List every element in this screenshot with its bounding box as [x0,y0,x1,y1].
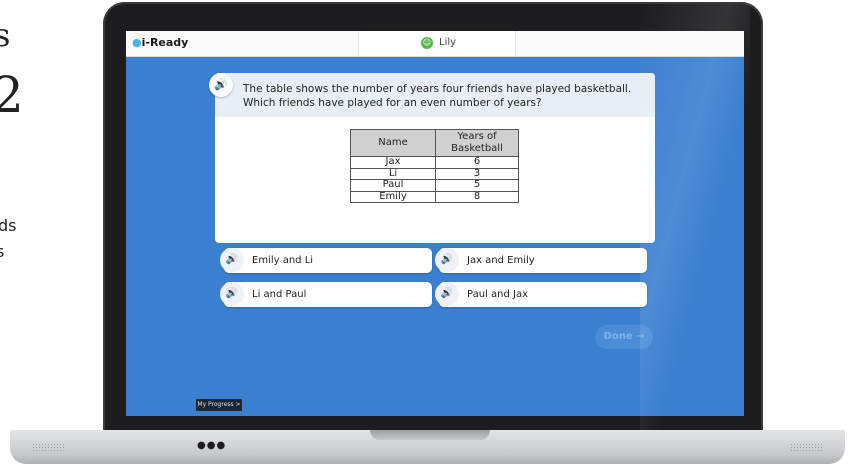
smiley-icon: ☺ [421,37,433,49]
table-row: Li 3 [350,167,519,180]
background-text-fragment: ds [0,216,17,235]
table-cell: 8 [435,190,519,203]
user-name: Lily [439,37,457,48]
table-cell: Li [350,167,436,180]
table-cell: Paul [350,179,436,192]
user-tab[interactable]: ☺ Lily [358,31,516,56]
answer-label: Li and Paul [252,289,307,300]
answer-option-3[interactable]: 🔊 Li and Paul [220,282,432,307]
answer-label: Emily and Li [252,255,314,266]
my-progress-button[interactable]: My Progress > [196,399,242,411]
speaker-icon[interactable]: 🔊 [209,73,233,97]
answer-option-1[interactable]: 🔊 Emily and Li [220,248,432,273]
table-row: Paul 5 [350,179,519,192]
background-text-fragment: s [0,242,5,261]
table-cell: 3 [435,167,519,180]
question-card: 🔊 The table shows the number of years fo… [209,73,655,243]
table-row: Emily 8 [350,190,519,203]
speaker-grille-right [790,443,824,451]
data-table: Name Years of Basketball Jax 6 Li 3 Paul… [350,129,519,203]
laptop-screen: ●i-Ready ☺ Lily 🔊 The table shows the nu… [126,31,744,416]
question-text: The table shows the number of years four… [243,83,632,109]
iready-logo: ●i-Ready [132,36,189,49]
laptop-indicator-dots: ●●● [197,440,227,451]
table-cell: Jax [350,156,436,169]
laptop-notch [370,430,490,440]
table-cell: 5 [435,179,519,192]
background-text-fragment: 2 [0,66,24,124]
table-row: Jax 6 [350,156,519,169]
table-cell: Emily [350,190,436,203]
table-header: Years of Basketball [435,129,519,157]
speaker-icon[interactable]: 🔊 [220,282,244,306]
table-cell: 6 [435,156,519,169]
answer-label: Paul and Jax [467,289,528,300]
speaker-icon[interactable]: 🔊 [435,248,459,272]
done-button[interactable]: Done → [595,325,653,349]
speaker-icon[interactable]: 🔊 [220,248,244,272]
top-bar: ●i-Ready ☺ Lily [126,31,744,57]
speaker-grille-left [32,443,66,451]
question-header: 🔊 The table shows the number of years fo… [209,73,655,117]
answer-label: Jax and Emily [467,255,535,266]
background-text-fragment: s [0,16,11,54]
answer-option-2[interactable]: 🔊 Jax and Emily [435,248,647,273]
table-header: Name [350,129,436,157]
answer-option-4[interactable]: 🔊 Paul and Jax [435,282,647,307]
speaker-icon[interactable]: 🔊 [435,282,459,306]
